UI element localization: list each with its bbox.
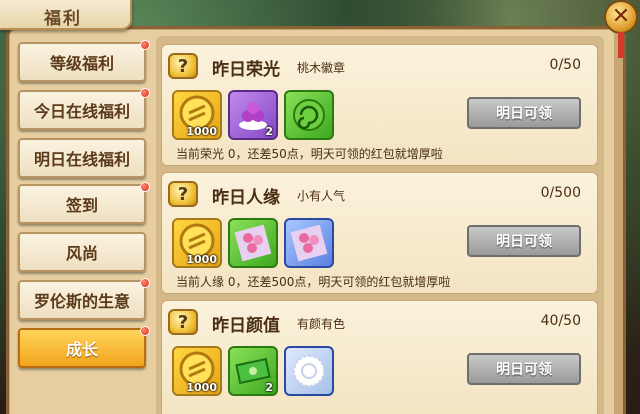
sidebar-item-label: 明日在线福利 bbox=[33, 150, 130, 169]
gold-coin-icon[interactable]: 1000 bbox=[172, 90, 222, 140]
item-quantity: 2 bbox=[265, 381, 273, 394]
sidebar-item-label: 罗伦斯的生意 bbox=[33, 292, 130, 311]
item-quantity: 1000 bbox=[186, 253, 217, 266]
item-quantity: 1000 bbox=[186, 125, 217, 138]
notification-dot bbox=[140, 278, 150, 288]
sidebar-item-label: 等级福利 bbox=[49, 54, 114, 73]
card-subtitle: 有颜有色 bbox=[297, 317, 346, 331]
claim-button[interactable]: 明日可领 bbox=[467, 97, 581, 129]
notification-dot bbox=[140, 40, 150, 50]
reward-card-popularity: ? 昨日人缘 小有人气 0/500 1000 明日可领 当前人缘 0，还差500… bbox=[161, 172, 598, 294]
lace-doily-icon[interactable] bbox=[284, 346, 334, 396]
claim-button[interactable]: 明日可领 bbox=[467, 353, 581, 385]
sidebar-item-label: 今日在线福利 bbox=[33, 102, 130, 121]
gold-coin-icon[interactable]: 1000 bbox=[172, 346, 222, 396]
sidebar-item-growth[interactable]: 成长 bbox=[18, 328, 146, 368]
card-progress: 40/50 bbox=[540, 313, 581, 329]
card-subtitle: 桃木徽章 bbox=[297, 61, 346, 75]
question-icon[interactable]: ? bbox=[168, 53, 198, 79]
notification-dot bbox=[140, 182, 150, 192]
item-quantity: 1000 bbox=[186, 381, 217, 394]
close-button[interactable]: ✕ bbox=[604, 0, 638, 34]
sidebar-item-fashion[interactable]: 风尚 bbox=[18, 232, 146, 272]
sidebar-item-label: 风尚 bbox=[65, 244, 98, 263]
card-title: 昨日人缘 bbox=[212, 188, 280, 208]
sidebar-item-level-welfare[interactable]: 等级福利 bbox=[18, 42, 146, 82]
green-swirl-icon[interactable] bbox=[284, 90, 334, 140]
notification-dot bbox=[140, 88, 150, 98]
item-quantity: 2 bbox=[265, 125, 273, 138]
sidebar-item-today-online[interactable]: 今日在线福利 bbox=[18, 90, 146, 130]
card-title: 昨日荣光 bbox=[212, 60, 280, 80]
gold-coin-icon[interactable]: 1000 bbox=[172, 218, 222, 268]
flower-bouquet-icon[interactable] bbox=[228, 218, 278, 268]
question-icon[interactable]: ? bbox=[168, 181, 198, 207]
claim-button[interactable]: 明日可领 bbox=[467, 225, 581, 257]
ribbon-decoration bbox=[618, 32, 624, 58]
sidebar-item-tomorrow-online[interactable]: 明日在线福利 bbox=[18, 138, 146, 178]
title-tab: 福利 bbox=[0, 0, 132, 30]
sidebar-item-label: 成长 bbox=[65, 340, 98, 359]
close-icon: ✕ bbox=[611, 4, 631, 29]
card-title: 昨日颜值 bbox=[212, 316, 280, 336]
card-description: 当前人缘 0，还差500点，明天可领的红包就增厚啦 bbox=[176, 275, 451, 289]
flower-bouquet-icon[interactable] bbox=[284, 218, 334, 268]
question-icon[interactable]: ? bbox=[168, 309, 198, 335]
sidebar-item-sign-in[interactable]: 签到 bbox=[18, 184, 146, 224]
sidebar-item-lawrence-business[interactable]: 罗伦斯的生意 bbox=[18, 280, 146, 320]
sidebar-item-label: 签到 bbox=[65, 196, 98, 215]
card-progress: 0/500 bbox=[540, 185, 581, 201]
panel-title: 福利 bbox=[44, 9, 82, 29]
purple-grapes-icon[interactable]: 2 bbox=[228, 90, 278, 140]
reward-card-glory: ? 昨日荣光 桃木徽章 0/50 1000 2 明日可领 当前荣光 0，还差50… bbox=[161, 44, 598, 166]
card-subtitle: 小有人气 bbox=[297, 189, 346, 203]
card-description: 当前荣光 0，还差50点，明天可领的红包就增厚啦 bbox=[176, 147, 443, 161]
green-cash-icon[interactable]: 2 bbox=[228, 346, 278, 396]
card-progress: 0/50 bbox=[549, 57, 581, 73]
reward-card-looks: ? 昨日颜值 有颜有色 40/50 1000 2 明日可领 bbox=[161, 300, 598, 414]
notification-dot bbox=[140, 326, 150, 336]
